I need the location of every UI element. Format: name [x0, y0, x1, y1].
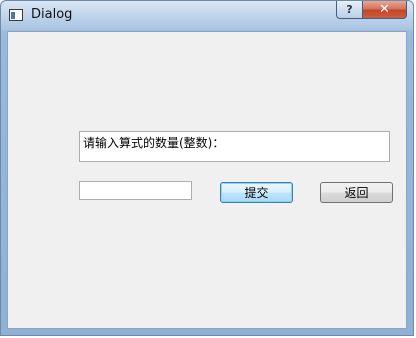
help-button[interactable]: ? [336, 1, 363, 19]
prompt-label: 请输入算式的数量(整数)： [83, 136, 225, 150]
close-button[interactable]: ✕ [363, 1, 407, 19]
back-button[interactable]: 返回 [320, 182, 393, 203]
submit-button[interactable]: 提交 [220, 182, 293, 203]
count-input[interactable] [79, 181, 192, 200]
back-button-label: 返回 [344, 186, 369, 200]
question-mark-icon: ? [346, 3, 353, 16]
dialog-window: Dialog ? ✕ 请输入算式的数量(整数)： 提交 返回 [0, 0, 414, 336]
prompt-text-box[interactable]: 请输入算式的数量(整数)： [79, 131, 390, 162]
close-icon: ✕ [379, 2, 390, 17]
caption-buttons: ? ✕ [336, 1, 407, 20]
title-bar[interactable]: Dialog ? ✕ [1, 1, 413, 30]
submit-button-label: 提交 [244, 186, 269, 200]
window-title: Dialog [31, 7, 73, 22]
dialog-body: 请输入算式的数量(整数)： 提交 返回 [7, 31, 407, 329]
window-app-icon[interactable] [9, 9, 23, 21]
